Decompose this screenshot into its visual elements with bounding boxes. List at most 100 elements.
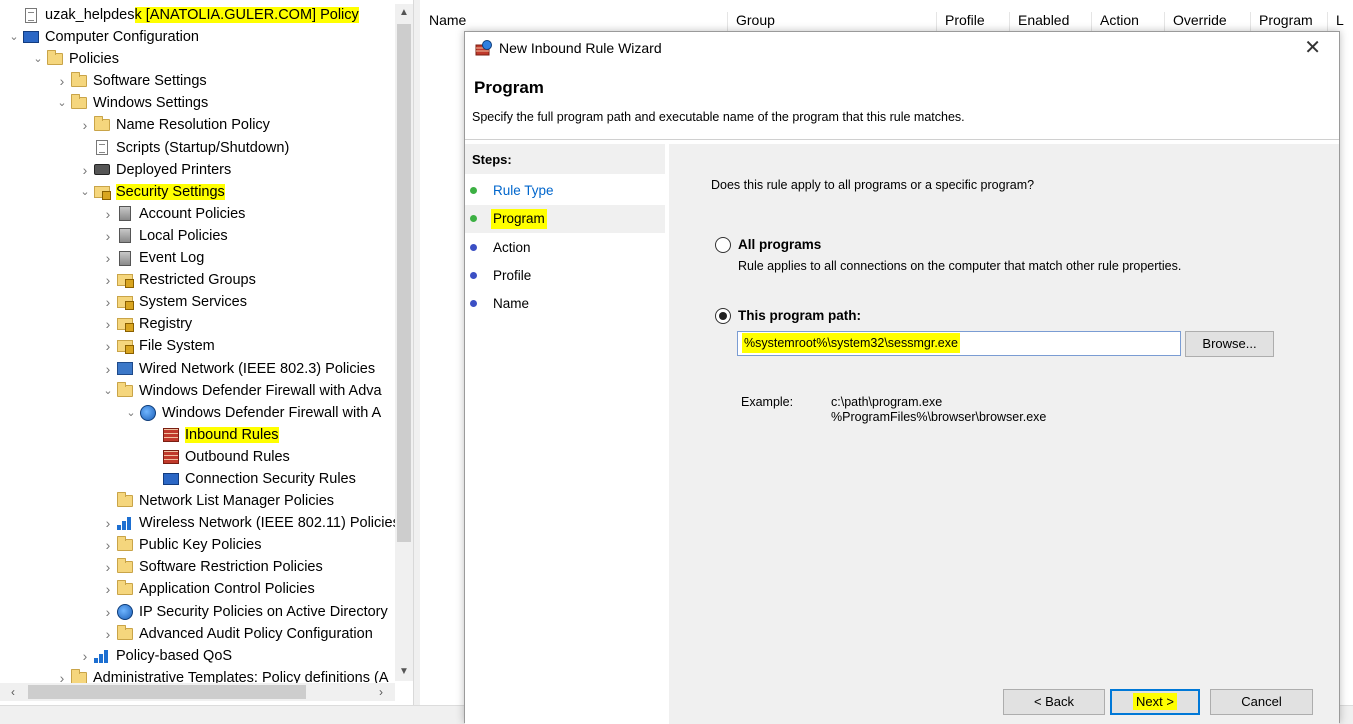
chevron-right-icon[interactable]: › — [102, 228, 114, 244]
close-icon[interactable]: ✕ — [1304, 38, 1321, 58]
tree-item-label-text: Scripts (Startup/Shutdown) — [116, 139, 290, 156]
all-programs-label[interactable]: All programs — [738, 237, 821, 252]
tree-item-label: Event Log — [139, 249, 204, 267]
tree-item[interactable]: Scripts (Startup/Shutdown) — [0, 137, 395, 159]
tree-item-label-text: Computer Configuration — [45, 29, 199, 46]
wizard-page-description: Specify the full program path and execut… — [472, 110, 965, 124]
tree-item[interactable]: ⌄ Windows Settings — [0, 92, 395, 114]
tree-item[interactable]: ⌄ Security Settings — [0, 181, 395, 203]
tree-item[interactable]: › Registry — [0, 313, 395, 335]
step-bullet-icon — [470, 271, 477, 279]
tree-item[interactable]: › Account Policies — [0, 203, 395, 225]
tree-item[interactable]: › File System — [0, 335, 395, 357]
tree-item[interactable]: ⌄ Policies — [0, 48, 395, 70]
tree-horizontal-scroll-thumb[interactable] — [28, 685, 306, 699]
chevron-down-icon[interactable]: ⌄ — [102, 383, 114, 399]
globe-icon — [139, 404, 157, 421]
chevron-down-icon[interactable]: ⌄ — [79, 184, 91, 200]
chevron-right-icon[interactable]: › — [102, 626, 114, 642]
tree-item[interactable]: › Wireless Network (IEEE 802.11) Policies — [0, 512, 400, 534]
chevron-right-icon[interactable]: › — [102, 515, 114, 531]
chevron-right-icon[interactable]: › — [102, 206, 114, 222]
this-program-path-label[interactable]: This program path: — [738, 308, 861, 323]
chevron-down-icon[interactable]: ⌄ — [125, 405, 137, 421]
tree-item[interactable]: › Wired Network (IEEE 802.3) Policies — [0, 358, 395, 380]
chevron-down-icon[interactable]: ⌄ — [32, 51, 44, 67]
tree-item-label-text: Network List Manager Policies — [139, 493, 335, 510]
chevron-right-icon[interactable]: › — [102, 250, 114, 266]
tree-item-label: Wireless Network (IEEE 802.11) Policies — [139, 514, 400, 532]
step-bullet-icon — [470, 300, 477, 308]
tree-item-label: Account Policies — [139, 205, 245, 223]
net-icon — [116, 361, 134, 377]
chevron-right-icon[interactable]: › — [102, 604, 114, 620]
tree-item-label-text: Connection Security Rules — [185, 470, 356, 487]
tree-item[interactable]: ⌄ Windows Defender Firewall with A — [0, 402, 395, 424]
next-button[interactable]: Next > — [1110, 689, 1200, 715]
tree-item[interactable]: › Advanced Audit Policy Configuration — [0, 623, 395, 645]
tree-item[interactable]: ⌄ Computer Configuration — [0, 26, 395, 48]
scroll-down-arrow-icon[interactable]: ▼ — [395, 663, 413, 681]
tree-item[interactable]: › Software Settings — [0, 70, 395, 92]
expander-placeholder — [148, 449, 160, 465]
steps-title: Steps: — [465, 144, 665, 174]
scroll-right-arrow-icon[interactable]: › — [372, 683, 390, 701]
folder-icon — [46, 50, 64, 67]
chevron-right-icon[interactable]: › — [102, 272, 114, 288]
tree-item[interactable]: Network List Manager Policies — [0, 490, 395, 512]
new-inbound-rule-wizard: New Inbound Rule Wizard ✕ Program Specif… — [464, 31, 1340, 724]
tree-item-label-text: Local Policies — [139, 227, 228, 244]
tree-item[interactable]: › Local Policies — [0, 225, 395, 247]
chevron-right-icon[interactable]: › — [102, 338, 114, 354]
scroll-up-arrow-icon[interactable]: ▲ — [395, 4, 413, 22]
program-path-input[interactable]: %systemroot%\system32\sessmgr.exe — [737, 331, 1181, 356]
tree-item-label: Software Settings — [93, 72, 207, 90]
tree-horizontal-scrollbar[interactable]: ‹ › — [0, 683, 395, 701]
tree-item[interactable]: ⌄ Windows Defender Firewall with Adva — [0, 380, 395, 402]
chevron-right-icon[interactable]: › — [102, 537, 114, 553]
tree-vertical-scroll-thumb[interactable] — [397, 24, 411, 542]
tree-item[interactable]: › Name Resolution Policy — [0, 114, 395, 136]
chevron-right-icon[interactable]: › — [56, 73, 68, 89]
column-header-name[interactable]: Name — [420, 12, 466, 34]
tree-item[interactable]: › Event Log — [0, 247, 395, 269]
doc-icon — [93, 140, 111, 156]
tree-vertical-scrollbar[interactable]: ▲ ▼ — [395, 4, 413, 681]
chevron-right-icon[interactable]: › — [102, 559, 114, 575]
chevron-right-icon[interactable]: › — [79, 162, 91, 178]
lockfolder-icon — [116, 338, 134, 355]
all-programs-radio[interactable] — [715, 237, 731, 253]
tree-item[interactable]: › Software Restriction Policies — [0, 556, 395, 578]
browse-button[interactable]: Browse... — [1185, 331, 1274, 357]
chevron-right-icon[interactable]: › — [102, 361, 114, 377]
tree-item[interactable]: › System Services — [0, 291, 395, 313]
chevron-right-icon[interactable]: › — [102, 294, 114, 310]
server-icon — [116, 206, 134, 222]
tree-item[interactable]: Outbound Rules — [0, 446, 395, 468]
tree-item[interactable]: Connection Security Rules — [0, 468, 395, 490]
tree-item[interactable]: uzak_helpdesk [ANATOLIA.GULER.COM] Polic… — [0, 4, 395, 26]
tree-item[interactable]: › Policy-based QoS — [0, 645, 395, 667]
chevron-right-icon[interactable]: › — [79, 117, 91, 133]
back-button[interactable]: < Back — [1003, 689, 1105, 715]
chevron-down-icon[interactable]: ⌄ — [56, 95, 68, 111]
folder-icon — [93, 116, 111, 133]
server-icon — [116, 228, 134, 244]
this-program-path-radio[interactable] — [715, 308, 731, 324]
scroll-left-arrow-icon[interactable]: ‹ — [4, 683, 22, 701]
tree-item-label-text: IP Security Policies on Active Directory — [139, 603, 388, 620]
chevron-down-icon[interactable]: ⌄ — [8, 29, 20, 45]
wizard-title-bar[interactable]: New Inbound Rule Wizard ✕ — [465, 32, 1339, 66]
tree-item[interactable]: Inbound Rules — [0, 424, 395, 446]
tree-item[interactable]: › Deployed Printers — [0, 159, 395, 181]
chevron-right-icon[interactable]: › — [102, 581, 114, 597]
tree-item[interactable]: › Public Key Policies — [0, 534, 395, 556]
cancel-button[interactable]: Cancel — [1210, 689, 1313, 715]
tree-item[interactable]: › IP Security Policies on Active Director… — [0, 601, 395, 623]
tree-item[interactable]: › Application Control Policies — [0, 578, 395, 600]
chevron-right-icon[interactable]: › — [102, 316, 114, 332]
step-label: Rule Type — [493, 183, 554, 198]
tree-item[interactable]: › Restricted Groups — [0, 269, 395, 291]
tree-item-label: Security Settings — [116, 183, 225, 201]
chevron-right-icon[interactable]: › — [79, 648, 91, 664]
